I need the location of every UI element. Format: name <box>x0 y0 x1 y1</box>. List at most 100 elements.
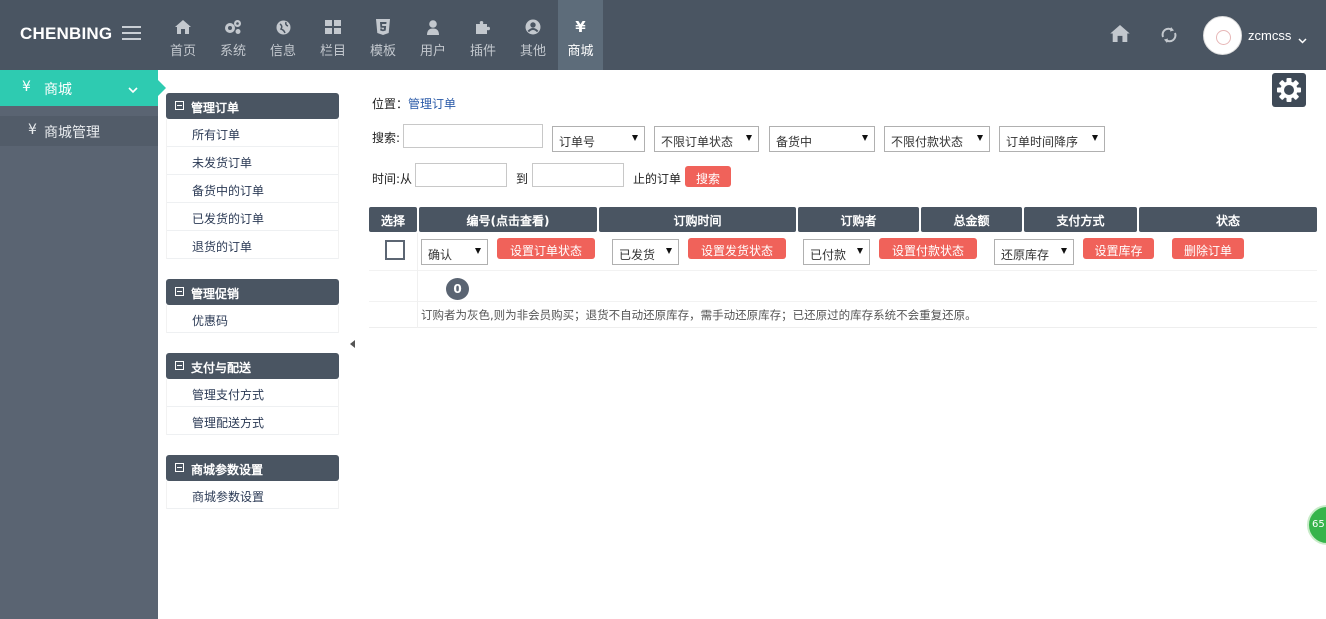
menu-group-title: 管理促销 <box>191 287 240 301</box>
set-stock-button[interactable]: 设置库存 <box>1083 238 1154 259</box>
refresh-icon[interactable] <box>1160 26 1178 47</box>
chevron-down-icon <box>128 82 138 98</box>
select-value: 确认 <box>428 248 453 262</box>
field-select[interactable]: 订单号 <box>552 126 645 152</box>
time-from-input[interactable] <box>415 163 507 187</box>
yen-icon: ¥ <box>22 79 31 95</box>
breadcrumb-current[interactable]: 管理订单 <box>408 97 456 111</box>
puzzle-icon <box>475 18 491 36</box>
order-status-select[interactable]: 不限订单状态 <box>654 126 759 152</box>
floating-badge[interactable]: 65 <box>1307 505 1326 545</box>
set-ship-state-button[interactable]: 设置发货状态 <box>688 238 786 259</box>
nav-item-template[interactable]: 模板 <box>358 0 408 70</box>
column-header-order-time: 订购时间 <box>599 207 796 232</box>
select-value: 订单时间降序 <box>1006 135 1079 149</box>
sidebar-item-label: 商城 <box>44 82 72 98</box>
menu-group-header[interactable]: 管理促销 <box>166 279 339 305</box>
time-to-input[interactable] <box>532 163 624 187</box>
nav-item-columns[interactable]: 栏目 <box>308 0 358 70</box>
dropdown-arrow-icon <box>857 248 863 254</box>
dropdown-arrow-icon <box>746 135 752 141</box>
dropdown-arrow-icon <box>862 135 868 141</box>
gear-icon <box>1277 78 1301 102</box>
column-header-order-number[interactable]: 编号(点击查看) <box>419 207 597 232</box>
sidebar-item-label: 商城管理 <box>44 125 100 141</box>
column-header-status: 状态 <box>1139 207 1317 232</box>
html5-icon <box>376 18 390 36</box>
menu-item-all-orders[interactable]: 所有订单 <box>167 119 338 147</box>
nav-label: 栏目 <box>319 44 346 59</box>
nav-item-user[interactable]: 用户 <box>408 0 458 70</box>
nav-label: 商城 <box>567 44 594 59</box>
collapse-menu-icon[interactable] <box>350 340 355 348</box>
search-button[interactable]: 搜索 <box>685 166 731 187</box>
select-value: 已付款 <box>810 248 847 262</box>
sidebar-item-shop[interactable]: ¥ 商城 <box>0 70 166 106</box>
chevron-down-icon[interactable] <box>1298 33 1307 47</box>
select-value: 还原库存 <box>1001 248 1050 262</box>
time-to-label: 到 <box>516 172 529 186</box>
sort-select[interactable]: 订单时间降序 <box>999 126 1105 152</box>
column-header-buyer: 订购者 <box>798 207 919 232</box>
menu-item-shipped-orders[interactable]: 已发货的订单 <box>167 203 338 231</box>
ship-state-select[interactable]: 已发货 <box>612 239 679 265</box>
menu-item-shop-settings[interactable]: 商城参数设置 <box>167 481 338 509</box>
row-divider <box>369 301 1317 302</box>
collapse-icon <box>175 101 184 110</box>
nav-label: 模板 <box>369 44 396 59</box>
search-input[interactable] <box>403 124 543 148</box>
row-divider <box>369 270 1317 271</box>
set-pay-state-button[interactable]: 设置付款状态 <box>879 238 977 259</box>
ship-status-select[interactable]: 备货中 <box>769 126 875 152</box>
pay-status-select[interactable]: 不限付款状态 <box>884 126 990 152</box>
top-nav: 首页 系统 信息 栏目 模板 用户 插件 其他 ¥ 商城 <box>158 0 603 70</box>
menu-item-returned-orders[interactable]: 退货的订单 <box>167 231 338 259</box>
set-order-state-button[interactable]: 设置订单状态 <box>497 238 595 259</box>
order-count-badge: 0 <box>446 278 469 300</box>
menu-group-header[interactable]: 管理订单 <box>166 93 339 119</box>
nav-item-plugins[interactable]: 插件 <box>458 0 508 70</box>
gears-icon <box>224 18 242 36</box>
nav-item-shop[interactable]: ¥ 商城 <box>558 0 603 70</box>
column-header-payment: 支付方式 <box>1024 207 1137 232</box>
menu-item-coupon[interactable]: 优惠码 <box>167 305 338 333</box>
menu-item-shipping-methods[interactable]: 管理配送方式 <box>167 407 338 435</box>
order-state-select[interactable]: 确认 <box>421 239 488 265</box>
delete-order-button[interactable]: 删除订单 <box>1172 238 1244 259</box>
avatar[interactable] <box>1203 16 1242 55</box>
user-icon <box>427 18 439 36</box>
sidebar-subitem-shop-manage[interactable]: ¥ 商城管理 <box>0 116 158 146</box>
home-icon <box>175 18 191 36</box>
nav-item-other[interactable]: 其他 <box>508 0 558 70</box>
home-icon[interactable] <box>1110 25 1130 45</box>
pay-state-select[interactable]: 已付款 <box>803 239 870 265</box>
menu-group-header[interactable]: 商城参数设置 <box>166 455 339 481</box>
nav-label: 信息 <box>269 44 296 59</box>
globe-icon <box>276 18 291 36</box>
select-value: 备货中 <box>776 135 813 149</box>
nav-item-info[interactable]: 信息 <box>258 0 308 70</box>
select-all-checkbox[interactable] <box>385 240 405 260</box>
top-bar: CHENBING 首页 系统 信息 栏目 模板 用户 插件 其他 ¥ 商城 zc… <box>0 0 1326 70</box>
menu-item-stocking-orders[interactable]: 备货中的订单 <box>167 175 338 203</box>
order-note: 订购者为灰色,则为非会员购买；退货不自动还原库存，需手动还原库存；已还原过的库存… <box>421 308 977 322</box>
collapse-icon <box>175 361 184 370</box>
dropdown-arrow-icon <box>1061 248 1067 254</box>
nav-item-home[interactable]: 首页 <box>158 0 208 70</box>
username[interactable]: zcmcss <box>1248 28 1291 43</box>
menu-item-payment-methods[interactable]: 管理支付方式 <box>167 379 338 407</box>
menu-group-header[interactable]: 支付与配送 <box>166 353 339 379</box>
nav-label: 插件 <box>469 44 496 59</box>
settings-button[interactable] <box>1272 73 1306 107</box>
time-from-label: 时间:从 <box>372 172 413 186</box>
dropdown-arrow-icon <box>1092 135 1098 141</box>
column-header-total: 总金额 <box>921 207 1022 232</box>
menu-toggle-icon[interactable] <box>122 26 141 41</box>
nav-label: 其他 <box>519 44 546 59</box>
nav-item-system[interactable]: 系统 <box>208 0 258 70</box>
nav-label: 用户 <box>419 44 446 59</box>
brand-logo[interactable]: CHENBING <box>20 24 112 44</box>
stock-select[interactable]: 还原库存 <box>994 239 1074 265</box>
yen-icon: ¥ <box>28 122 37 138</box>
menu-item-unshipped-orders[interactable]: 未发货订单 <box>167 147 338 175</box>
